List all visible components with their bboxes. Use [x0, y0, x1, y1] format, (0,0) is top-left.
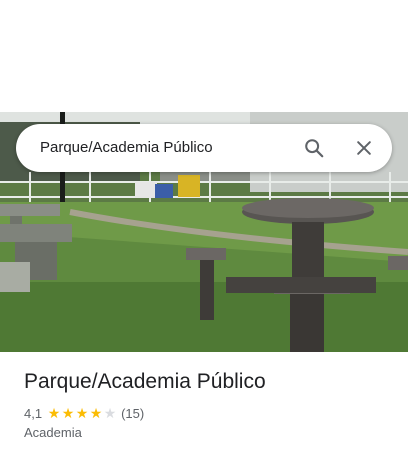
rating-row[interactable]: 4,1 ★ ★ ★ ★ ★ (15): [24, 404, 144, 422]
rating-stars: ★ ★ ★ ★ ★: [47, 406, 117, 420]
rating-value: 4,1: [24, 405, 43, 421]
close-button[interactable]: [344, 124, 384, 172]
search-bar[interactable]: Parque/Academia Público: [16, 124, 392, 172]
place-title: Parque/Academia Público: [24, 370, 266, 393]
star-full-icon: ★: [61, 405, 75, 421]
star-full-icon: ★: [89, 405, 103, 421]
star-empty-icon: ★: [103, 405, 117, 421]
search-input[interactable]: Parque/Academia Público: [40, 124, 213, 172]
place-category[interactable]: Academia: [24, 425, 82, 440]
search-icon: [305, 139, 324, 158]
review-count[interactable]: (15): [121, 406, 144, 421]
star-full-icon: ★: [75, 405, 89, 421]
close-icon: [357, 141, 371, 155]
search-button[interactable]: [294, 124, 334, 172]
star-full-icon: ★: [47, 405, 61, 421]
